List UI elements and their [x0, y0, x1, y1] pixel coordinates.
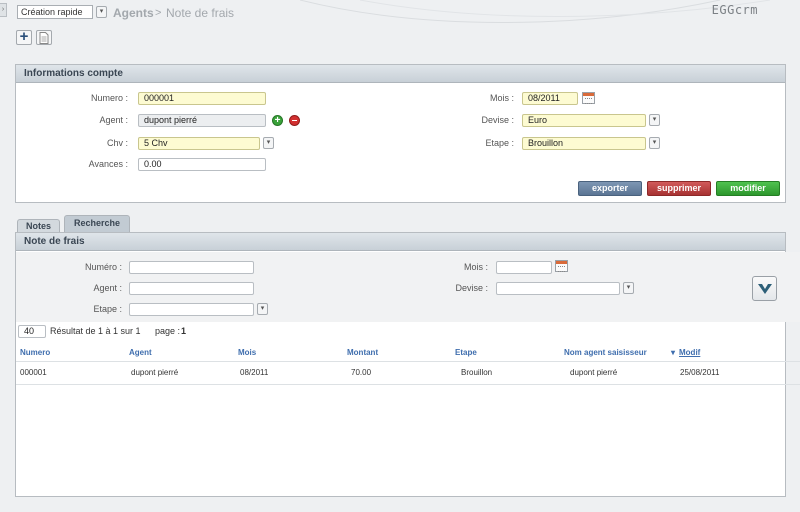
- cell-nom-agent-saisisseur: dupont pierré: [570, 368, 618, 377]
- avances-field[interactable]: 0.00: [138, 158, 266, 171]
- etape-dropdown-icon[interactable]: ▾: [649, 137, 660, 149]
- column-header-agent[interactable]: Agent: [129, 348, 152, 357]
- column-header-etape[interactable]: Etape: [455, 348, 477, 357]
- search-agent-input[interactable]: [129, 282, 254, 295]
- delete-button[interactable]: supprimer: [647, 181, 711, 196]
- tab-notes[interactable]: Notes: [17, 219, 60, 232]
- account-panel: Informations compte Numero : 000001 Agen…: [15, 64, 786, 203]
- breadcrumb-agents[interactable]: Agents: [113, 6, 154, 20]
- page-label: page :: [155, 326, 181, 336]
- search-etape-dropdown-icon[interactable]: ▾: [257, 303, 268, 315]
- chv-field[interactable]: 5 Chv: [138, 137, 260, 150]
- mois-label: Mois :: [489, 93, 514, 103]
- result-count: Résultat de 1 à 1 sur 1: [50, 326, 141, 336]
- document-button[interactable]: [36, 30, 52, 45]
- cell-modif: 25/08/2011: [680, 368, 720, 377]
- search-mois-input[interactable]: [496, 261, 552, 274]
- numero-field[interactable]: 000001: [138, 92, 266, 105]
- search-etape-select[interactable]: [129, 303, 254, 316]
- breadcrumb-separator: >: [155, 7, 162, 19]
- quick-create-dropdown-icon[interactable]: ▾: [96, 6, 107, 18]
- devise-dropdown-icon[interactable]: ▾: [649, 114, 660, 126]
- calendar-icon[interactable]: [582, 92, 595, 104]
- search-numero-label: Numéro :: [84, 262, 122, 272]
- search-submit-button[interactable]: [752, 276, 777, 301]
- chv-label: Chv :: [106, 138, 128, 148]
- devise-field[interactable]: Euro: [522, 114, 646, 127]
- header-divider: [16, 361, 800, 362]
- remove-agent-icon[interactable]: –: [289, 115, 300, 126]
- etape-field[interactable]: Brouillon: [522, 137, 646, 150]
- chevron-down-icon: [758, 284, 772, 294]
- table-row[interactable]: 000001 dupont pierré 08/2011 70.00 Broui…: [16, 368, 800, 382]
- column-header-numero[interactable]: Numero: [20, 348, 50, 357]
- agent-label: Agent :: [99, 115, 128, 125]
- cell-montant: 70.00: [351, 368, 372, 377]
- expand-panel-handle[interactable]: ›: [0, 3, 7, 17]
- search-calendar-icon[interactable]: [555, 260, 568, 272]
- search-agent-label: Agent :: [93, 283, 122, 293]
- cell-numero: 000001: [20, 368, 47, 377]
- quick-create-select[interactable]: Création rapide: [17, 5, 93, 19]
- numero-label: Numero :: [90, 93, 128, 103]
- search-devise-dropdown-icon[interactable]: ▾: [623, 282, 634, 294]
- cell-mois: 08/2011: [240, 368, 269, 377]
- cell-etape: Brouillon: [461, 368, 493, 377]
- notes-panel-title: Note de frais: [16, 233, 785, 251]
- cell-agent: dupont pierré: [131, 368, 179, 377]
- column-header-modif[interactable]: Modif: [679, 348, 700, 357]
- devise-label: Devise :: [481, 115, 514, 125]
- search-numero-input[interactable]: [129, 261, 254, 274]
- expense-notes-panel: Note de frais Numéro : Agent : Etape : ▾…: [15, 232, 800, 497]
- agent-field[interactable]: dupont pierré: [138, 114, 266, 127]
- add-button[interactable]: +: [16, 29, 32, 45]
- sort-desc-icon: ▾: [671, 348, 676, 357]
- modify-button[interactable]: modifier: [716, 181, 780, 196]
- add-agent-icon[interactable]: +: [272, 115, 283, 126]
- search-etape-label: Etape :: [93, 304, 122, 314]
- column-header-montant[interactable]: Montant: [347, 348, 378, 357]
- search-form: Numéro : Agent : Etape : ▾ Mois : Devise…: [16, 252, 800, 322]
- tab-recherche[interactable]: Recherche: [64, 215, 130, 232]
- row-divider: [16, 384, 800, 385]
- mois-field[interactable]: 08/2011: [522, 92, 578, 105]
- pagination-bar: 40 Résultat de 1 à 1 sur 1 page : 1: [16, 325, 800, 339]
- search-mois-label: Mois :: [463, 262, 488, 272]
- page-number[interactable]: 1: [181, 326, 186, 336]
- table-header: Numero Agent Mois Montant Etape Nom agen…: [16, 348, 800, 362]
- avances-label: Avances :: [88, 159, 128, 169]
- document-icon: [39, 32, 49, 44]
- app-logo: EGGcrm: [711, 3, 758, 17]
- chv-dropdown-icon[interactable]: ▾: [263, 137, 274, 149]
- account-panel-title: Informations compte: [16, 65, 785, 83]
- top-bar: › Création rapide ▾ Agents > Note de fra…: [0, 0, 800, 26]
- export-button[interactable]: exporter: [578, 181, 642, 196]
- search-devise-label: Devise :: [455, 283, 488, 293]
- breadcrumb-current: Note de frais: [166, 6, 235, 20]
- column-header-mois[interactable]: Mois: [238, 348, 256, 357]
- column-header-nom-agent-saisisseur[interactable]: Nom agent saisisseur: [564, 348, 647, 357]
- page-size-input[interactable]: 40: [18, 325, 46, 338]
- search-devise-select[interactable]: [496, 282, 620, 295]
- etape-label: Etape :: [485, 138, 514, 148]
